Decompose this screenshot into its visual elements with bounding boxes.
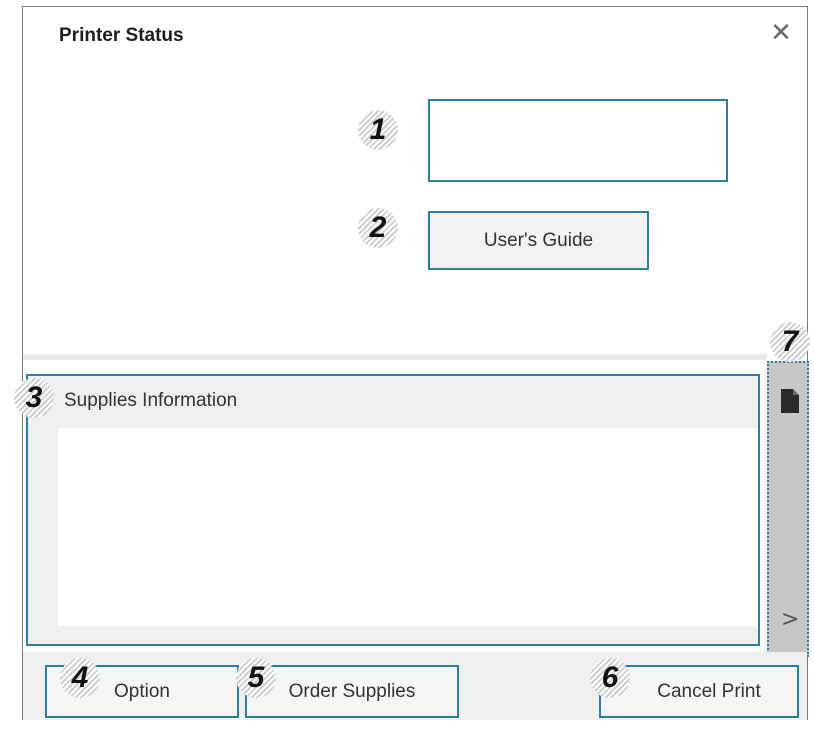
order-supplies-button[interactable]: Order Supplies: [245, 665, 459, 718]
cancel-print-button-label: Cancel Print: [657, 680, 761, 702]
users-guide-label: User's Guide: [483, 229, 594, 251]
callout-2: 2: [358, 208, 398, 248]
callout-6: 6: [590, 658, 630, 698]
callout-1: 1: [358, 110, 398, 150]
supplies-information-panel: Supplies Information: [26, 374, 760, 646]
option-button-label: Option: [114, 680, 170, 702]
printer-status-window: Printer Status ✕ User's Guide Supplies I…: [22, 6, 809, 720]
callout-5: 5: [236, 658, 276, 698]
section-divider: [23, 354, 767, 360]
chevron-right-icon[interactable]: >: [781, 607, 799, 632]
document-icon[interactable]: [781, 389, 799, 413]
close-icon[interactable]: ✕: [767, 19, 795, 47]
callout-4: 4: [60, 658, 100, 698]
side-panel[interactable]: >: [767, 361, 809, 657]
users-guide-button[interactable]: User's Guide: [428, 211, 649, 270]
order-supplies-button-label: Order Supplies: [288, 680, 416, 702]
footer-bar: Option Order Supplies Cancel Print: [23, 652, 807, 720]
supplies-information-label: Supplies Information: [64, 390, 238, 411]
printer-status-display: [428, 99, 728, 182]
callout-3: 3: [14, 378, 54, 418]
supplies-content-area: [58, 428, 758, 626]
window-title: Printer Status: [59, 25, 184, 46]
callout-7: 7: [770, 322, 810, 362]
title-bar: Printer Status ✕: [23, 7, 807, 59]
